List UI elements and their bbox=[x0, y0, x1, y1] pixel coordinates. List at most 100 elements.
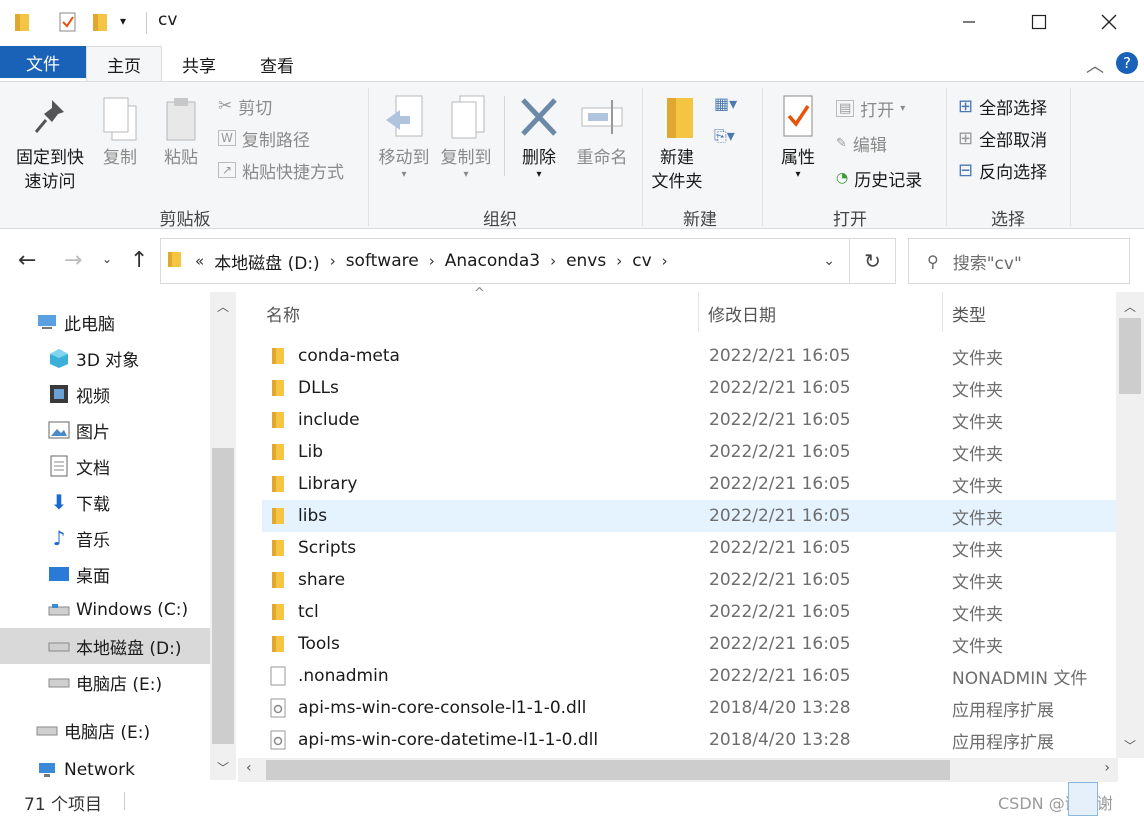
large-icons-view-button[interactable] bbox=[1104, 782, 1134, 816]
column-header-name[interactable]: 名称 bbox=[266, 301, 300, 326]
scroll-right-icon[interactable]: › bbox=[1104, 760, 1110, 776]
breadcrumb-envs[interactable]: envs bbox=[566, 251, 606, 271]
nav-item-pictures[interactable]: 图片 bbox=[0, 412, 210, 448]
edit-button[interactable]: ✎ 编辑 bbox=[836, 129, 887, 157]
new-folder-quick-icon[interactable] bbox=[92, 12, 112, 32]
select-none-button[interactable]: ⊞ 全部取消 bbox=[958, 124, 1047, 152]
breadcrumb-separator-icon[interactable]: › bbox=[662, 252, 668, 270]
breadcrumb-separator-icon[interactable]: › bbox=[616, 252, 622, 270]
nav-scrollbar-thumb[interactable] bbox=[212, 448, 234, 744]
delete-button[interactable]: 删除 ▾ bbox=[512, 92, 566, 180]
nav-item-3d-objects[interactable]: 3D 对象 bbox=[0, 340, 210, 376]
file-row[interactable]: api-ms-win-core-console-l1-1-0.dll 2018/4… bbox=[262, 692, 1118, 724]
breadcrumb-separator-icon[interactable]: › bbox=[550, 252, 556, 270]
copy-path-button[interactable]: W 复制路径 bbox=[218, 124, 310, 152]
nav-item-drive-e[interactable]: 电脑店 (E:) bbox=[0, 664, 210, 700]
nav-scrollbar[interactable]: ︿ ﹀ bbox=[210, 292, 236, 780]
nav-item-drive-e-root[interactable]: 电脑店 (E:) bbox=[0, 712, 210, 748]
file-row[interactable]: DLLs 2022/2/21 16:05 文件夹 bbox=[262, 372, 1118, 404]
nav-item-network[interactable]: Network bbox=[0, 758, 210, 780]
invert-selection-button[interactable]: ⊟ 反向选择 bbox=[958, 156, 1047, 184]
pin-to-quick-access-button[interactable]: 固定到快 速访问 bbox=[10, 96, 90, 194]
paste-button[interactable]: 粘贴 bbox=[156, 96, 206, 170]
forward-arrow-icon[interactable]: → bbox=[64, 248, 82, 273]
paste-shortcut-button[interactable]: ↗ 粘贴快捷方式 bbox=[218, 156, 344, 184]
breadcrumb-separator-icon[interactable]: › bbox=[429, 252, 435, 270]
breadcrumb-separator-icon[interactable]: › bbox=[330, 252, 336, 270]
nav-item-drive-c[interactable]: Windows (C:) bbox=[0, 592, 210, 628]
file-list-horizontal-scrollbar[interactable]: ‹ › bbox=[238, 758, 1118, 782]
breadcrumb-cv[interactable]: cv bbox=[632, 251, 651, 271]
breadcrumb-anaconda3[interactable]: Anaconda3 bbox=[445, 251, 540, 271]
column-divider[interactable] bbox=[942, 292, 943, 332]
open-button[interactable]: ▤ 打开 ▾ bbox=[836, 94, 905, 122]
file-row[interactable]: .nonadmin 2022/2/21 16:05 NONADMIN 文件 bbox=[262, 660, 1118, 692]
breadcrumb-d-drive[interactable]: 本地磁盘 (D:) bbox=[214, 249, 320, 274]
tab-share[interactable]: 共享 bbox=[166, 46, 232, 82]
file-type: 文件夹 bbox=[952, 412, 1003, 433]
file-row[interactable]: tcl 2022/2/21 16:05 文件夹 bbox=[262, 596, 1118, 628]
details-view-button[interactable] bbox=[1068, 782, 1098, 816]
recent-locations-chevron-icon[interactable]: ⌄ bbox=[102, 252, 112, 266]
move-to-button[interactable]: 移动到 ▾ bbox=[374, 92, 434, 180]
properties-quick-icon[interactable] bbox=[58, 12, 78, 32]
nav-item-downloads[interactable]: ⬇ 下载 bbox=[0, 484, 210, 520]
up-arrow-icon[interactable]: ↑ bbox=[130, 248, 148, 273]
copy-to-button[interactable]: 复制到 ▾ bbox=[436, 92, 496, 180]
nav-item-documents[interactable]: 文档 bbox=[0, 448, 210, 484]
easy-access-button[interactable]: ⎘▾ bbox=[714, 126, 735, 146]
cut-button[interactable]: ✂ 剪切 bbox=[218, 92, 272, 120]
scroll-down-icon[interactable]: ﹀ bbox=[217, 759, 229, 776]
nav-item-videos[interactable]: 视频 bbox=[0, 376, 210, 412]
nav-item-music[interactable]: ♪ 音乐 bbox=[0, 520, 210, 556]
scroll-down-icon[interactable]: ﹀ bbox=[1124, 737, 1136, 754]
history-button[interactable]: ◔ 历史记录 bbox=[836, 164, 922, 192]
file-row[interactable]: Tools 2022/2/21 16:05 文件夹 bbox=[262, 628, 1118, 660]
horizontal-scrollbar-thumb[interactable] bbox=[266, 760, 950, 780]
nav-item-desktop[interactable]: 桌面 bbox=[0, 556, 210, 592]
file-row[interactable]: Scripts 2022/2/21 16:05 文件夹 bbox=[262, 532, 1118, 564]
nav-item-this-pc[interactable]: 此电脑 bbox=[0, 304, 210, 340]
copy-button[interactable]: 复制 bbox=[96, 96, 144, 170]
column-header-type[interactable]: 类型 bbox=[952, 301, 986, 326]
refresh-button[interactable]: ↻ bbox=[850, 238, 896, 284]
vertical-scrollbar-thumb[interactable] bbox=[1119, 318, 1141, 394]
properties-button[interactable]: 属性 ▾ bbox=[772, 92, 824, 180]
scroll-up-icon[interactable]: ︿ bbox=[217, 298, 229, 315]
nav-item-drive-d[interactable]: 本地磁盘 (D:) bbox=[0, 628, 210, 664]
scroll-up-icon[interactable]: ︿ bbox=[1124, 298, 1136, 315]
file-row[interactable]: include 2022/2/21 16:05 文件夹 bbox=[262, 404, 1118, 436]
new-item-button[interactable]: ▦▾ bbox=[714, 94, 737, 113]
column-header-date[interactable]: 修改日期 bbox=[708, 301, 776, 326]
scroll-left-icon[interactable]: ‹ bbox=[246, 760, 252, 776]
group-divider bbox=[1070, 88, 1071, 226]
new-folder-button[interactable]: 新建 文件夹 bbox=[646, 92, 708, 194]
file-row[interactable]: Library 2022/2/21 16:05 文件夹 bbox=[262, 468, 1118, 500]
maximize-button[interactable] bbox=[1004, 0, 1074, 44]
column-divider[interactable] bbox=[698, 292, 699, 332]
search-placeholder[interactable]: 搜索"cv" bbox=[953, 249, 1022, 274]
tab-view[interactable]: 查看 bbox=[244, 46, 310, 82]
select-all-button[interactable]: ⊞ 全部选择 bbox=[958, 92, 1047, 120]
overflow-chevron[interactable]: « bbox=[195, 252, 204, 270]
breadcrumb-software[interactable]: software bbox=[346, 251, 419, 271]
customize-quick-access-icon[interactable]: ▾ bbox=[120, 14, 126, 28]
rename-button[interactable]: 重命名 bbox=[570, 92, 634, 170]
search-box[interactable]: ⚲ 搜索"cv" bbox=[908, 238, 1130, 284]
address-bar[interactable]: « 本地磁盘 (D:) › software › Anaconda3 › env… bbox=[160, 238, 850, 284]
collapse-ribbon-icon[interactable]: ︿ bbox=[1086, 52, 1104, 78]
file-date: 2022/2/21 16:05 bbox=[709, 442, 851, 462]
tab-home[interactable]: 主页 bbox=[86, 46, 162, 82]
file-row[interactable]: libs 2022/2/21 16:05 文件夹 bbox=[262, 500, 1118, 532]
file-row[interactable]: api-ms-win-core-datetime-l1-1-0.dll 2018/… bbox=[262, 724, 1118, 756]
close-button[interactable] bbox=[1074, 0, 1144, 44]
minimize-button[interactable] bbox=[934, 0, 1004, 44]
back-arrow-icon[interactable]: ← bbox=[18, 248, 36, 273]
file-row[interactable]: Lib 2022/2/21 16:05 文件夹 bbox=[262, 436, 1118, 468]
file-list-vertical-scrollbar[interactable]: ︿ ﹀ bbox=[1116, 292, 1144, 758]
tab-file[interactable]: 文件 bbox=[0, 46, 86, 78]
address-dropdown-icon[interactable]: ⌄ bbox=[823, 253, 835, 269]
file-row[interactable]: conda-meta 2022/2/21 16:05 文件夹 bbox=[262, 340, 1118, 372]
file-row[interactable]: share 2022/2/21 16:05 文件夹 bbox=[262, 564, 1118, 596]
help-icon[interactable]: ? bbox=[1116, 52, 1138, 74]
